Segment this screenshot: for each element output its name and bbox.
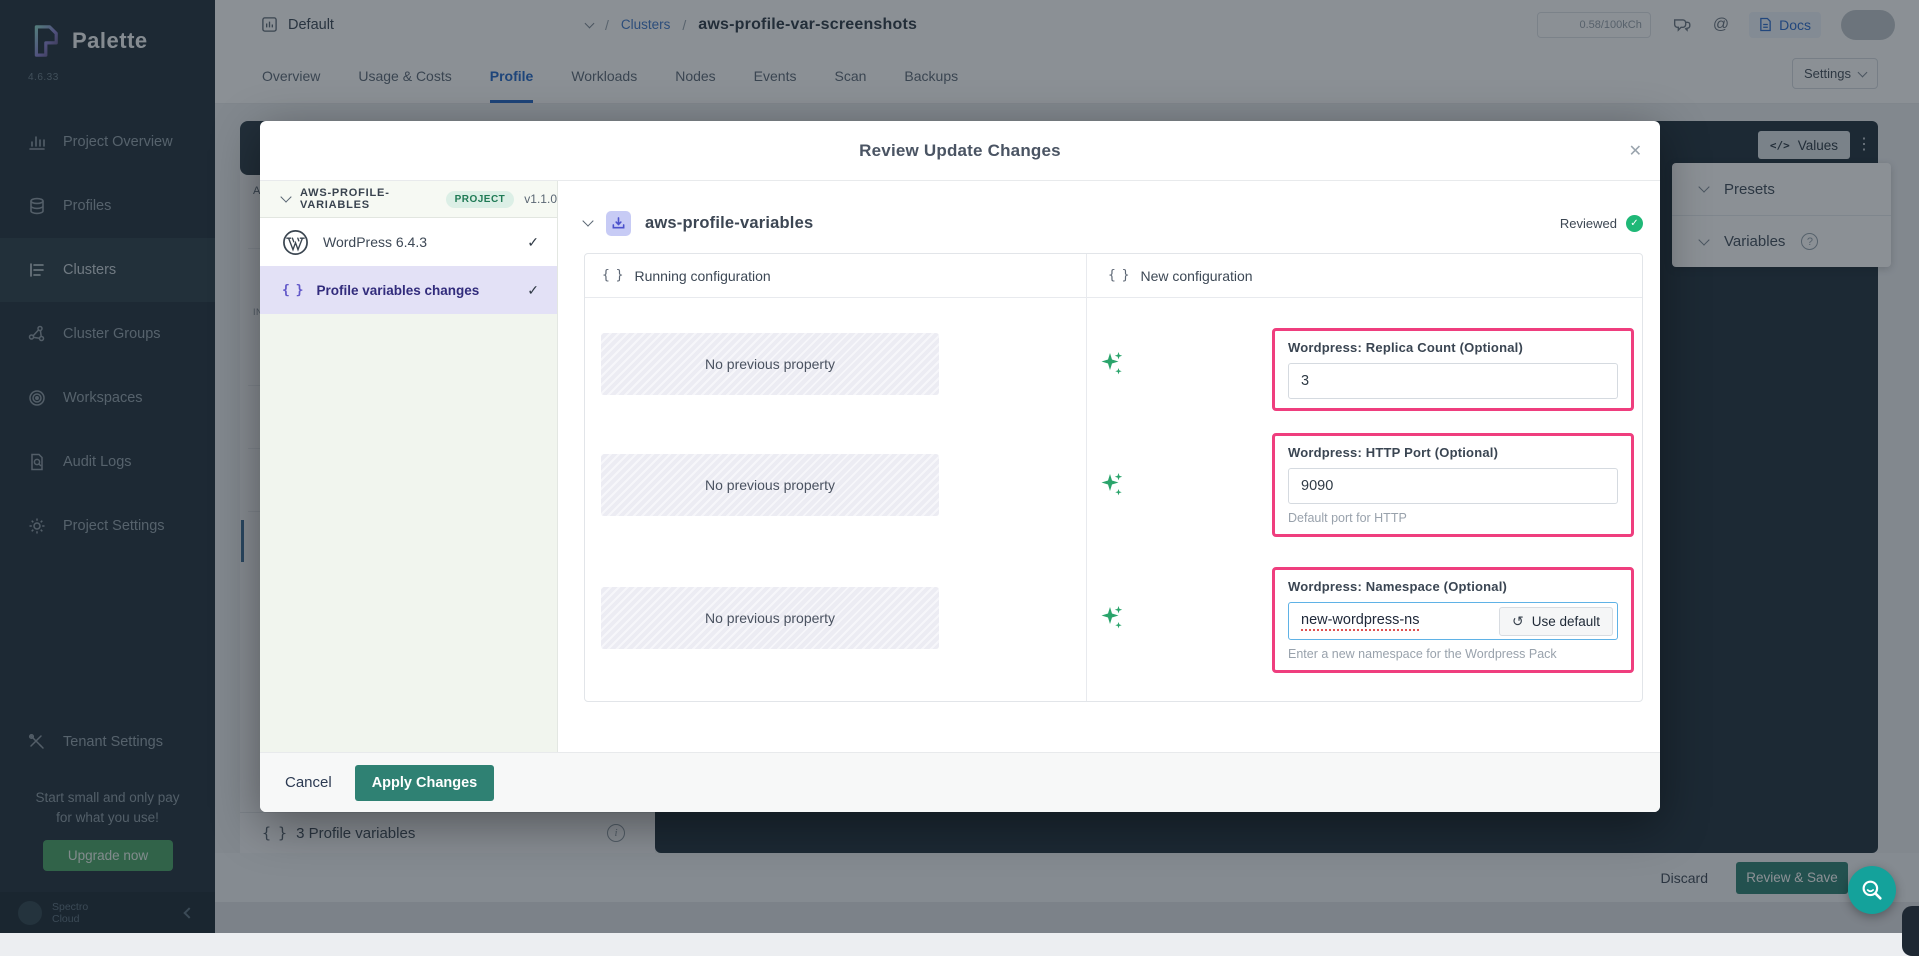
replica-count-input[interactable] bbox=[1288, 363, 1618, 399]
namespace-value: new-wordpress-ns bbox=[1301, 612, 1419, 631]
field-helper: Default port for HTTP bbox=[1288, 511, 1618, 525]
check-icon: ✓ bbox=[527, 234, 539, 251]
profile-version: v1.1.0 bbox=[524, 192, 557, 206]
annotation-box-namespace: Wordpress: Namespace (Optional) new-word… bbox=[1272, 567, 1634, 673]
chevron-down-icon bbox=[582, 215, 593, 226]
field-label: Wordpress: Replica Count (Optional) bbox=[1288, 340, 1618, 355]
support-search-fab[interactable] bbox=[1848, 866, 1896, 914]
column-label: Running configuration bbox=[634, 268, 770, 284]
braces-icon: { } bbox=[1108, 268, 1128, 283]
field-label: Wordpress: Namespace (Optional) bbox=[1288, 579, 1618, 594]
profile-name: AWS-PROFILE-VARIABLES bbox=[300, 187, 436, 211]
changes-pane: aws-profile-variables Reviewed ✓ { } Run… bbox=[558, 181, 1660, 752]
field-helper: Enter a new namespace for the Wordpress … bbox=[1288, 647, 1618, 661]
field-label: Wordpress: HTTP Port (Optional) bbox=[1288, 445, 1618, 460]
modal-body: AWS-PROFILE-VARIABLES PROJECT v1.1.0 Wor… bbox=[260, 181, 1660, 752]
reviewed-label: Reviewed bbox=[1560, 216, 1617, 231]
check-icon: ✓ bbox=[527, 282, 539, 299]
namespace-input[interactable]: new-wordpress-ns ↺ Use default bbox=[1288, 602, 1618, 640]
new-change-sparkle-icon bbox=[1097, 349, 1127, 379]
wordpress-icon bbox=[282, 229, 309, 256]
annotation-box-http-port: Wordpress: HTTP Port (Optional) Default … bbox=[1272, 433, 1634, 537]
pack-item-wordpress[interactable]: WordPress 6.4.3 ✓ bbox=[260, 218, 557, 266]
column-divider bbox=[1086, 254, 1087, 701]
use-default-button[interactable]: ↺ Use default bbox=[1499, 607, 1613, 636]
http-port-input[interactable] bbox=[1288, 468, 1618, 504]
modal-footer: Cancel Apply Changes bbox=[260, 752, 1660, 812]
scope-badge: PROJECT bbox=[446, 191, 515, 208]
pack-label: WordPress 6.4.3 bbox=[323, 234, 427, 250]
running-configuration-header: { } Running configuration bbox=[585, 254, 1086, 297]
reviewed-badge: Reviewed ✓ bbox=[1560, 215, 1643, 232]
corner-widget bbox=[1902, 906, 1919, 956]
use-default-label: Use default bbox=[1532, 614, 1600, 629]
review-update-changes-modal: Review Update Changes ✕ AWS-PROFILE-VARI… bbox=[260, 121, 1660, 812]
profile-header-toggle[interactable]: AWS-PROFILE-VARIABLES PROJECT v1.1.0 bbox=[260, 181, 557, 218]
diff-column-headers: { } Running configuration { } New config… bbox=[585, 254, 1642, 298]
pack-import-icon bbox=[606, 211, 631, 236]
configuration-diff-card: { } Running configuration { } New config… bbox=[584, 253, 1643, 702]
pack-label: Profile variables changes bbox=[316, 283, 479, 298]
apply-changes-button[interactable]: Apply Changes bbox=[355, 765, 495, 801]
restore-icon: ↺ bbox=[1512, 613, 1524, 630]
cancel-button[interactable]: Cancel bbox=[285, 774, 332, 791]
modal-title: Review Update Changes bbox=[859, 141, 1061, 161]
no-previous-property-box: No previous property bbox=[601, 587, 939, 649]
magnifier-smile-icon bbox=[1859, 877, 1885, 903]
profile-tree-pane: AWS-PROFILE-VARIABLES PROJECT v1.1.0 Wor… bbox=[260, 181, 558, 752]
annotation-box-replica-count: Wordpress: Replica Count (Optional) bbox=[1272, 328, 1634, 411]
close-icon[interactable]: ✕ bbox=[1629, 141, 1642, 161]
braces-icon: { } bbox=[282, 283, 302, 298]
new-change-sparkle-icon bbox=[1097, 470, 1127, 500]
pack-title: aws-profile-variables bbox=[645, 214, 813, 233]
new-configuration-header: { } New configuration bbox=[1086, 254, 1642, 297]
pack-item-profile-variables[interactable]: { } Profile variables changes ✓ bbox=[260, 266, 557, 314]
column-label: New configuration bbox=[1140, 268, 1252, 284]
braces-icon: { } bbox=[602, 268, 622, 283]
reviewed-check-icon: ✓ bbox=[1626, 215, 1643, 232]
modal-header: Review Update Changes ✕ bbox=[260, 121, 1660, 181]
new-change-sparkle-icon bbox=[1097, 603, 1127, 633]
pack-section-header[interactable]: aws-profile-variables Reviewed ✓ bbox=[584, 205, 1643, 241]
chevron-down-icon bbox=[280, 191, 291, 202]
no-previous-property-box: No previous property bbox=[601, 454, 939, 516]
no-previous-property-box: No previous property bbox=[601, 333, 939, 395]
